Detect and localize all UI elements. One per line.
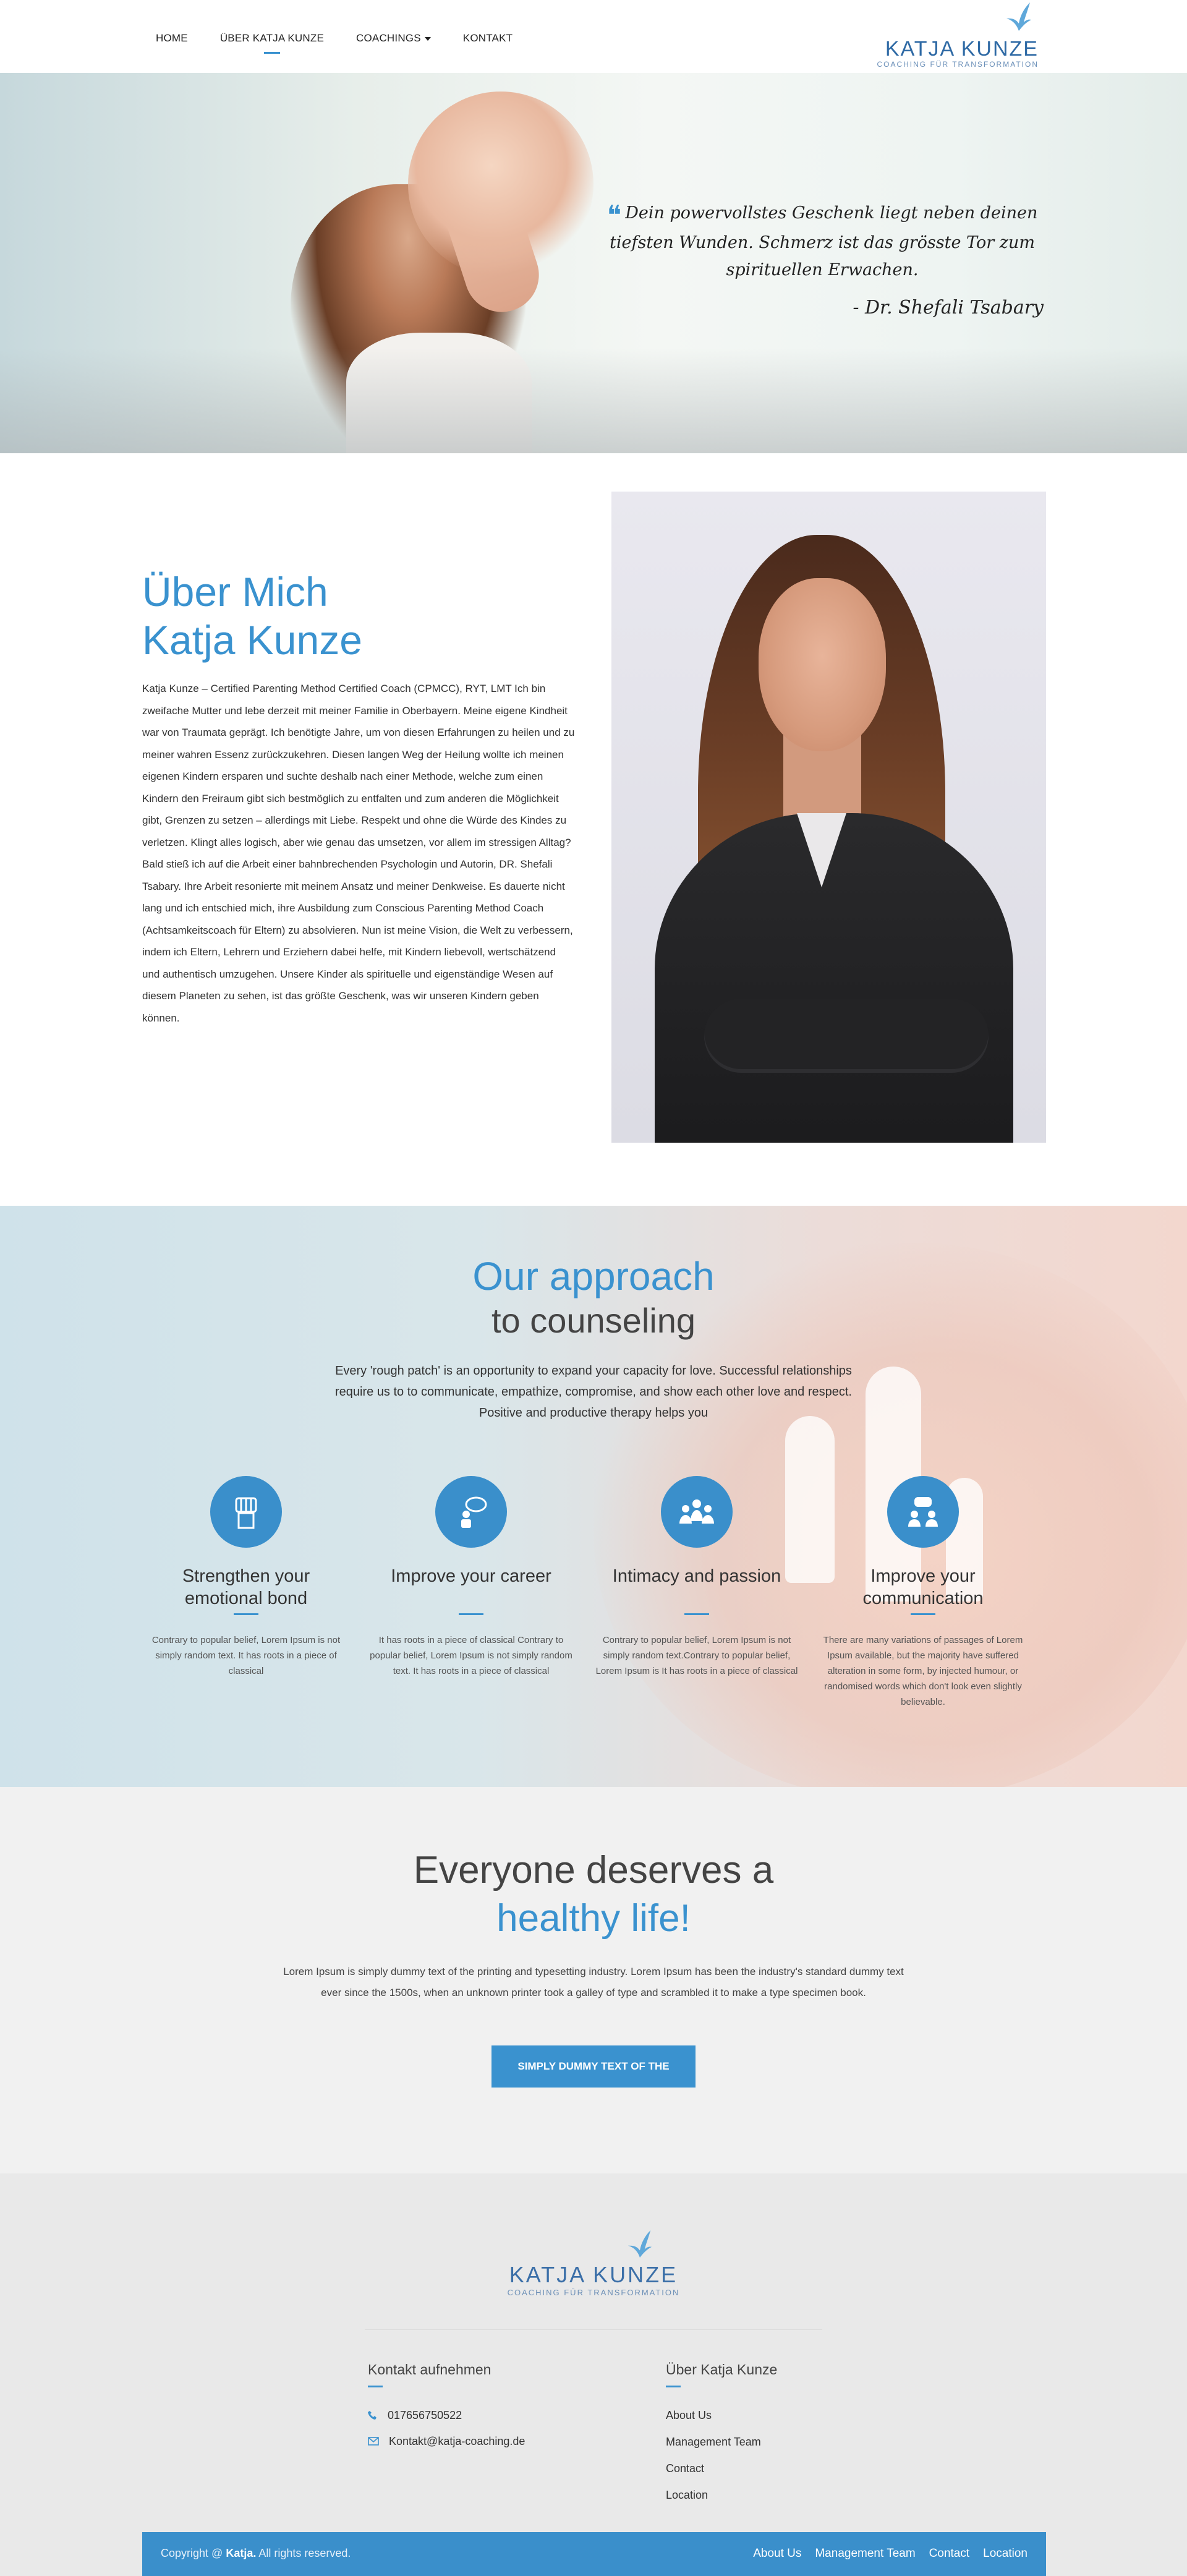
feature-divider	[459, 1613, 483, 1615]
footer-contact-column: Kontakt aufnehmen 017656750522 Kontakt@k…	[368, 2361, 525, 2454]
hero-quote: ❝ Dein powervollstes Geschenk liegt neben…	[600, 200, 1045, 284]
footer-link-location[interactable]: Location	[666, 2482, 777, 2509]
nav-menu: HOME ÜBER KATJA KUNZE COACHINGS KONTAKT	[156, 32, 545, 45]
career-icon	[435, 1476, 507, 1548]
nav-item-home[interactable]: HOME	[156, 32, 188, 45]
site-logo[interactable]: KATJA KUNZE COACHING FÜR TRANSFORMATION	[877, 2, 1039, 69]
feature-text: It has roots in a piece of classical Con…	[370, 1635, 572, 1676]
feature-divider	[911, 1613, 935, 1615]
copyright-text: Copyright @ Katja. All rights reserved.	[161, 2547, 351, 2560]
healthy-text: Lorem Ipsum is simply dummy text of the …	[283, 1966, 904, 1998]
feature-divider	[684, 1613, 709, 1615]
group-icon	[661, 1476, 733, 1548]
footer-logo[interactable]: KATJA KUNZE COACHING FÜR TRANSFORMATION	[0, 2229, 1187, 2297]
hero-quote-author: - Dr. Shefali Tsabary	[853, 297, 1044, 318]
footer-about-underline	[666, 2386, 681, 2387]
footer-about-column: Über Katja Kunze About Us Management Tea…	[666, 2361, 777, 2509]
copyright-prefix: Copyright @	[161, 2547, 223, 2559]
feature-divider	[234, 1613, 258, 1615]
bird-logo-icon	[628, 2230, 652, 2258]
approach-section: Our approach to counseling Every 'rough …	[0, 1206, 1187, 1787]
portrait-jacket	[655, 813, 1013, 1143]
footer: KATJA KUNZE COACHING FÜR TRANSFORMATION …	[0, 2173, 1187, 2576]
feature-career: Improve your career It has roots in a pi…	[369, 1476, 573, 1679]
footer-email-text: Kontakt@katja-coaching.de	[389, 2435, 525, 2447]
approach-title: Our approach to counseling	[0, 1253, 1187, 1342]
nav-item-coachings[interactable]: COACHINGS	[356, 32, 431, 45]
logo-tagline: COACHING FÜR TRANSFORMATION	[877, 60, 1039, 69]
bar-link-management-team[interactable]: Management Team	[815, 2547, 915, 2561]
approach-title-line1: Our approach	[472, 1254, 715, 1299]
footer-link-management-team[interactable]: Management Team	[666, 2429, 777, 2455]
healthy-life-section: Everyone deserves a healthy life! Lorem …	[0, 1787, 1187, 2173]
quote-icon: ❝	[606, 200, 622, 231]
nav-item-kontakt[interactable]: KONTAKT	[463, 32, 513, 45]
footer-about-title: Über Katja Kunze	[666, 2361, 778, 2378]
about-title: Über Mich Katja Kunze	[142, 568, 362, 664]
top-navigation: HOME ÜBER KATJA KUNZE COACHINGS KONTAKT …	[0, 0, 1187, 73]
communication-icon	[887, 1476, 959, 1548]
footer-link-contact[interactable]: Contact	[666, 2455, 777, 2482]
bar-link-location[interactable]: Location	[983, 2547, 1027, 2561]
hero-quote-text: Dein powervollstes Geschenk liegt neben …	[610, 203, 1038, 279]
chevron-down-icon	[424, 36, 431, 41]
footer-email[interactable]: Kontakt@katja-coaching.de	[368, 2428, 525, 2454]
logo-name: KATJA KUNZE	[885, 37, 1039, 61]
hero-banner: ❝ Dein powervollstes Geschenk liegt neben…	[0, 73, 1187, 453]
bar-link-about-us[interactable]: About Us	[753, 2547, 801, 2561]
about-text: Katja Kunze – Certified Parenting Method…	[142, 683, 575, 1024]
portrait-arms	[704, 999, 989, 1073]
portrait-photo	[611, 492, 1046, 1143]
healthy-title: Everyone deserves a healthy life!	[0, 1846, 1187, 1943]
footer-logo-tagline: COACHING FÜR TRANSFORMATION	[507, 2288, 680, 2297]
footer-phone[interactable]: 017656750522	[368, 2402, 525, 2428]
feature-communication: Improve your communication There are man…	[821, 1476, 1025, 1710]
phone-icon	[368, 2411, 377, 2420]
healthy-title-line2: healthy life!	[496, 1897, 691, 1940]
copyright-brand: Katja.	[226, 2547, 257, 2559]
feature-title: Improve your communication	[862, 1566, 984, 1608]
footer-link-about-us[interactable]: About Us	[666, 2402, 777, 2429]
feature-intimacy: Intimacy and passion Contrary to popular…	[595, 1476, 799, 1679]
feature-text: Contrary to popular belief, Lorem Ipsum …	[151, 1635, 341, 1676]
footer-logo-name: KATJA KUNZE	[509, 2262, 678, 2287]
mail-icon	[368, 2437, 379, 2446]
about-title-line2: Katja Kunze	[142, 617, 362, 663]
copyright-suffix: All rights reserved.	[258, 2547, 351, 2559]
feature-title: Improve your career	[391, 1566, 551, 1586]
feature-title: Strengthen your emotional bond	[182, 1566, 310, 1608]
healthy-title-line1: Everyone deserves a	[413, 1849, 774, 1891]
feature-text: Contrary to popular belief, Lorem Ipsum …	[595, 1635, 798, 1676]
footer-divider	[365, 2329, 822, 2330]
nav-item-ueber[interactable]: ÜBER KATJA KUNZE	[220, 32, 324, 45]
bar-link-contact[interactable]: Contact	[929, 2547, 969, 2561]
footer-contact-underline	[368, 2386, 383, 2387]
footer-phone-text: 017656750522	[388, 2409, 462, 2421]
hero-photo-baby	[408, 92, 594, 277]
approach-title-line2: to counseling	[491, 1301, 696, 1340]
about-title-line1: Über Mich	[142, 569, 328, 615]
feature-emotional-bond: Strengthen your emotional bond Contrary …	[144, 1476, 348, 1679]
copyright-bar: Copyright @ Katja. All rights reserved. …	[142, 2532, 1046, 2576]
page: HOME ÜBER KATJA KUNZE COACHINGS KONTAKT …	[0, 0, 1187, 2576]
bar-links: About Us Management Team Contact Locatio…	[753, 2547, 1027, 2561]
feature-title: Intimacy and passion	[612, 1566, 781, 1586]
approach-intro: Every 'rough patch' is an opportunity to…	[335, 1364, 852, 1420]
fist-icon	[210, 1476, 282, 1548]
cta-button[interactable]: SIMPLY DUMMY TEXT OF THE	[491, 2045, 696, 2088]
feature-text: There are many variations of passages of…	[823, 1635, 1023, 1707]
nav-item-coachings-label: COACHINGS	[356, 32, 421, 44]
bird-logo-icon	[1006, 2, 1031, 31]
portrait-face	[759, 578, 886, 751]
hero-haze	[0, 348, 1187, 453]
footer-contact-title: Kontakt aufnehmen	[368, 2361, 491, 2378]
